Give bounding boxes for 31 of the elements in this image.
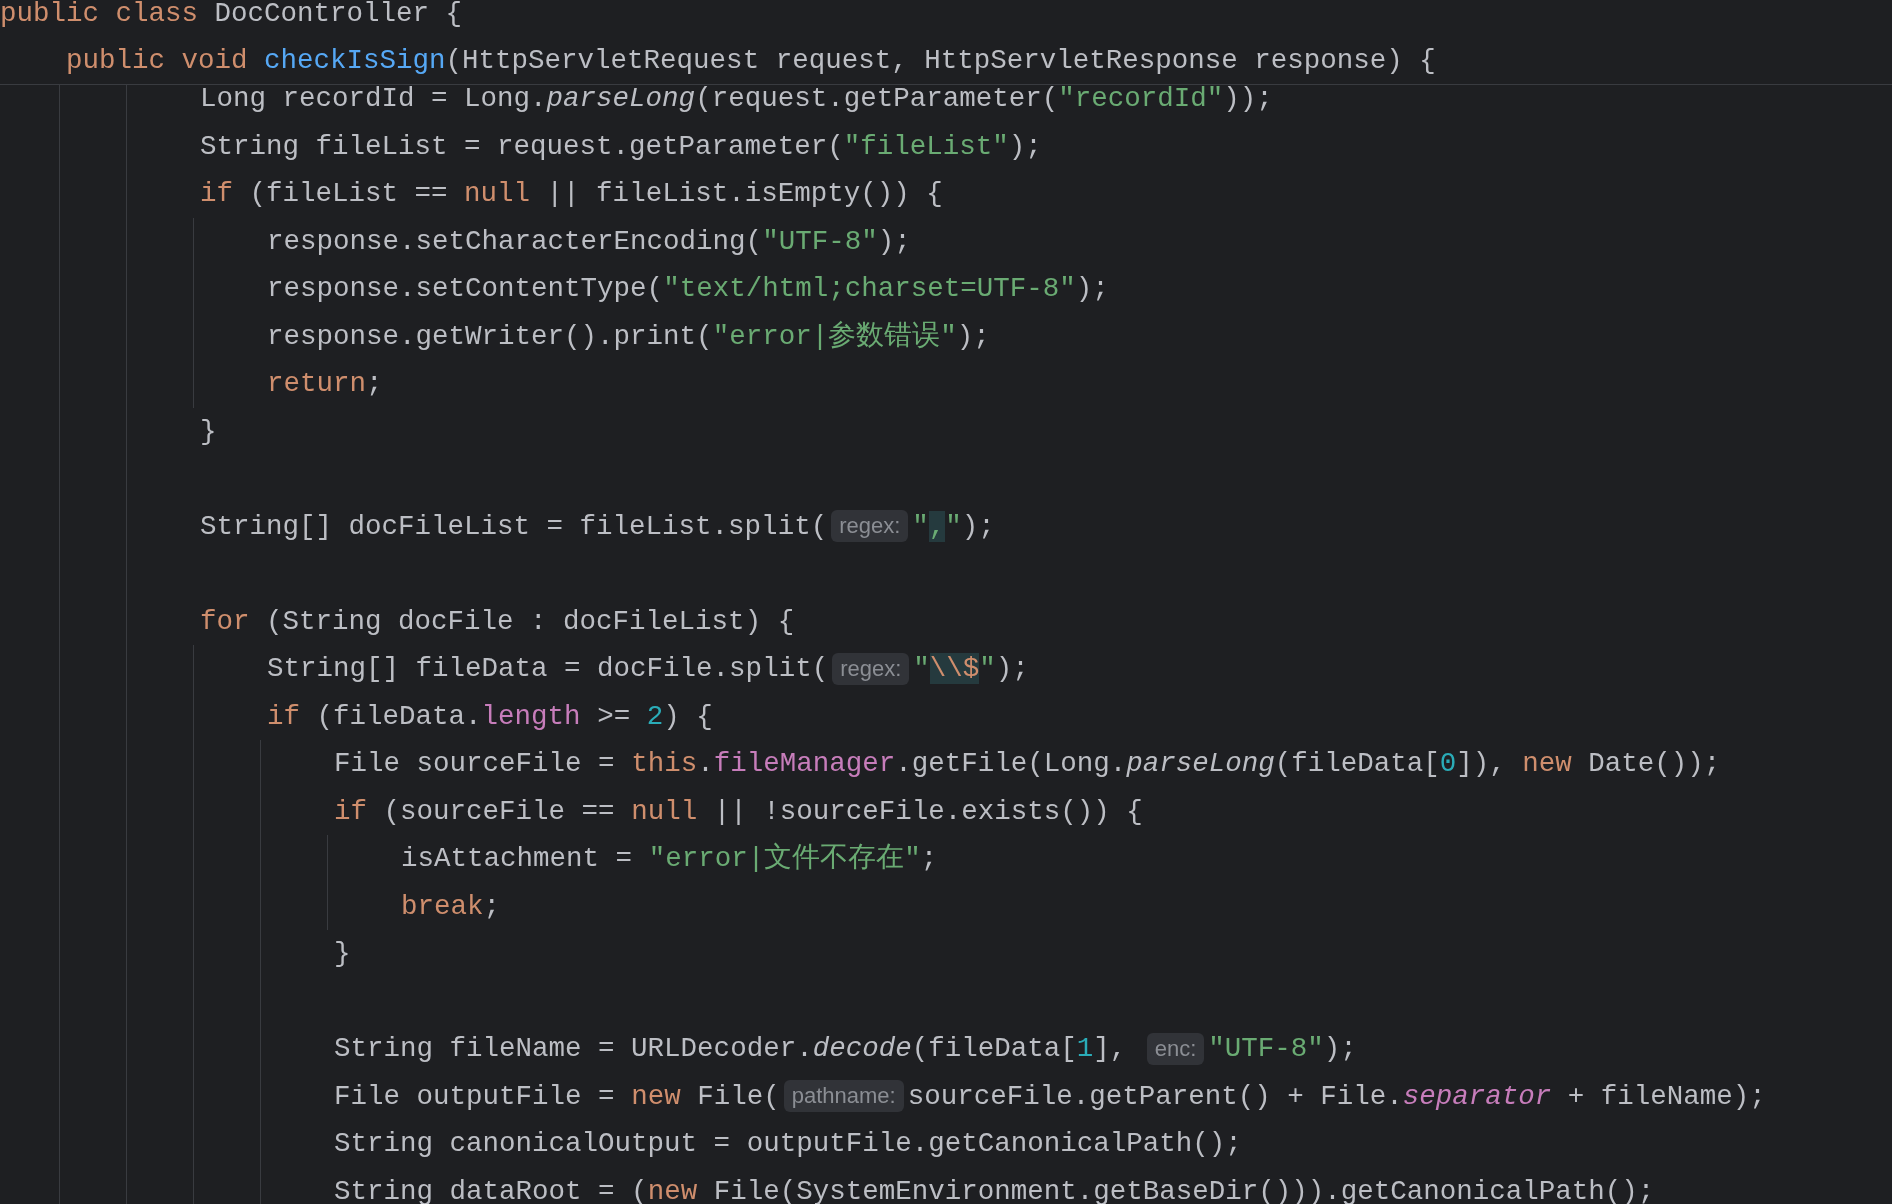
code-text: Long recordId = Long.parseLong(request.getParameter("recordId"));	[200, 82, 1273, 117]
code-text: File sourceFile = this.fileManager.getFile(Long.parseLong(fileData[0]), new Date());	[334, 747, 1721, 782]
code-text: response.getWriter().print("error|参数错误");	[267, 319, 990, 354]
code-text: }	[334, 937, 351, 972]
code-text: String dataRoot = (new File(SystemEnvironment.getBaseDir())).getCanonicalPath();	[334, 1174, 1655, 1204]
code-text: public void checkIsSign(HttpServletRequest request, HttpServletResponse response) {	[66, 43, 1436, 78]
parameter-hint: pathname:	[783, 1080, 904, 1113]
code-text: return;	[267, 367, 383, 402]
code-text: sourceFile.getParent() + File.separator + fileName);	[907, 1079, 1766, 1114]
code-text: response.setContentType("text/html;charset=UTF-8");	[267, 272, 1109, 307]
code-text: break;	[401, 889, 501, 924]
parameter-hint: regex:	[831, 510, 909, 543]
code-text: if (fileList == null || fileList.isEmpty()) {	[200, 177, 943, 212]
code-text: String[] docFileList = fileList.split(	[200, 509, 828, 544]
code-text: isAttachment = "error|文件不存在";	[401, 841, 938, 877]
code-text: }	[200, 414, 217, 449]
code-text: response.setCharacterEncoding("UTF-8");	[267, 224, 911, 259]
code-text: String canonicalOutput = outputFile.getCanonicalPath();	[334, 1127, 1242, 1162]
code-text: if (fileData.length >= 2) {	[267, 699, 713, 734]
code-text: File outputFile = new File(	[334, 1079, 780, 1114]
code-text: String[] fileData = docFile.split(	[267, 652, 829, 687]
code-text: String fileName = URLDecoder.decode(fileData[1],	[334, 1032, 1128, 1067]
code-text: ",");	[912, 509, 995, 544]
parameter-hint: regex:	[832, 652, 910, 685]
parameter-hint: enc:	[1146, 1032, 1205, 1065]
code-text: "\\$");	[913, 652, 1029, 687]
code-text: public class DocController {	[0, 0, 463, 31]
code-text: String fileList = request.getParameter("fileList");	[200, 129, 1042, 164]
code-text: for (String docFile : docFileList) {	[200, 604, 795, 639]
code-text: if (sourceFile == null || !sourceFile.exists()) {	[334, 794, 1143, 829]
code-text: "UTF-8");	[1208, 1032, 1357, 1067]
